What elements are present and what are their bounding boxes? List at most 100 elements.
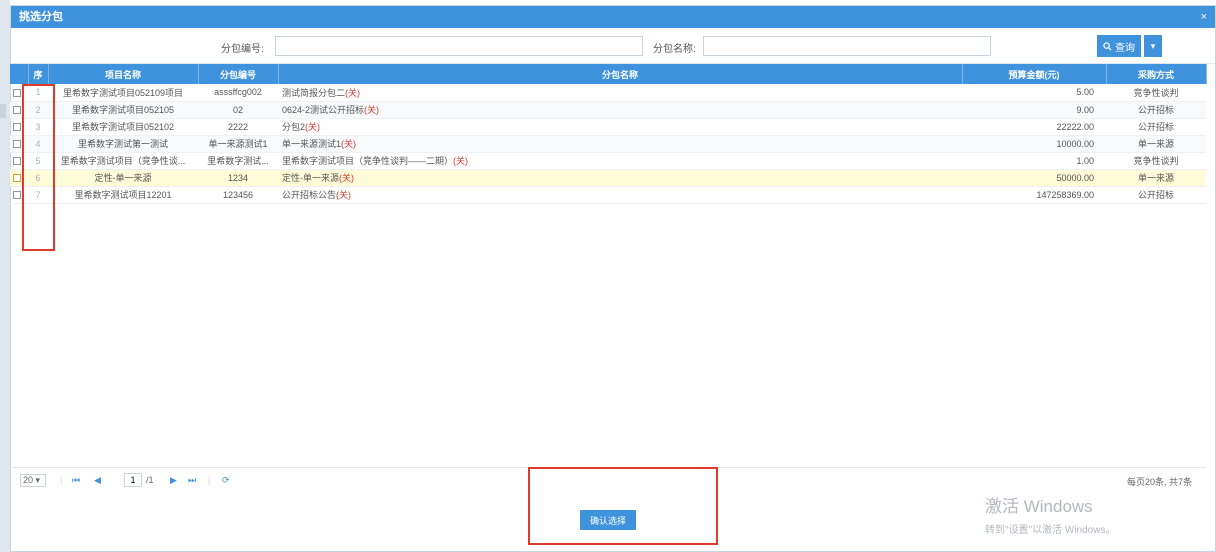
package-name-text: 公开招标公告: [282, 190, 337, 200]
cell-package-name: 公开招标公告(关): [278, 186, 962, 204]
cell-package-code: asssffcg002: [198, 84, 278, 102]
package-name-text: 0624-2测试公开招标: [282, 105, 365, 115]
page-size-select[interactable]: 20 ▾: [20, 474, 46, 487]
package-link[interactable]: (关): [305, 122, 320, 132]
cell-project-name: 里希数字测试项目052102: [48, 118, 198, 136]
pagination-info: 每页20条, 共7条: [1126, 477, 1192, 487]
cell-procurement-method: 单一来源: [1106, 135, 1206, 153]
first-page-icon[interactable]: ⏮: [72, 475, 80, 486]
package-link[interactable]: (关): [341, 139, 356, 149]
cell-procurement-method: 竞争性谈判: [1106, 84, 1206, 102]
package-name-label: 分包名称:: [653, 44, 696, 55]
header-budget[interactable]: 预算金额(元): [962, 64, 1107, 84]
cell-package-name: 单一来源测试1(关): [278, 135, 962, 153]
next-page-icon[interactable]: ▶: [170, 475, 177, 486]
search-button-label: 查询: [1115, 42, 1135, 54]
cell-project-name: 定性-单一来源: [48, 169, 198, 187]
cell-procurement-method: 竞争性谈判: [1106, 152, 1206, 170]
watermark-title: 激活 Windows: [985, 497, 1093, 516]
table-row[interactable]: 2 里希数字测试项目052105 02 0624-2测试公开招标(关) 9.00…: [10, 101, 1206, 119]
annotation-box-confirm: [528, 467, 718, 545]
table-row[interactable]: 1 里希数字测试项目052109项目 asssffcg002 测试简报分包二(关…: [10, 84, 1206, 102]
refresh-icon[interactable]: ⟳: [222, 475, 230, 486]
total-pages: /1: [146, 475, 154, 485]
header-procurement-method[interactable]: 采购方式: [1106, 64, 1207, 84]
table-header-row: 序 项目名称 分包编号 分包名称 预算金额(元) 采购方式: [10, 64, 1207, 84]
cell-project-name: 里希数字测试项目052109项目: [48, 84, 198, 102]
search-dropdown-button[interactable]: ▾: [1144, 35, 1162, 57]
cell-package-name: 0624-2测试公开招标(关): [278, 101, 962, 119]
header-package-code[interactable]: 分包编号: [198, 64, 279, 84]
package-name-text: 里希数字测试项目（竞争性谈判——二期）: [282, 156, 454, 166]
annotation-box-checkboxes: [22, 84, 55, 251]
header-project-name[interactable]: 项目名称: [48, 64, 199, 84]
row-checkbox[interactable]: [13, 157, 21, 166]
watermark-subtitle: 转到"设置"以激活 Windows。: [985, 525, 1116, 536]
cell-project-name: 里希数字测试项目052105: [48, 101, 198, 119]
cell-package-code: 2222: [198, 118, 278, 136]
prev-page-icon[interactable]: ◀: [94, 475, 101, 486]
cell-project-name: 里希数字测试第一测试: [48, 135, 198, 153]
row-checkbox[interactable]: [13, 88, 21, 97]
chevron-down-icon: ▾: [1150, 40, 1156, 51]
dialog-title: 挑选分包: [19, 11, 63, 23]
cell-budget: 5.00: [962, 84, 1106, 102]
cell-budget: 50000.00: [962, 169, 1106, 187]
cell-package-code: 单一来源测试1: [198, 135, 278, 153]
cell-procurement-method: 公开招标: [1106, 186, 1206, 204]
cell-package-code: 123456: [198, 186, 278, 204]
search-bar: 分包编号: 分包名称: 查询 ▾: [11, 28, 1215, 64]
cell-package-code: 1234: [198, 169, 278, 187]
header-package-name[interactable]: 分包名称: [278, 64, 963, 84]
table-row-highlighted[interactable]: 6 定性-单一来源 1234 定性-单一来源(关) 50000.00 单一来源: [10, 169, 1206, 187]
confirm-selection-button[interactable]: 确认选择: [580, 510, 636, 530]
package-name-text: 分包2: [282, 122, 306, 132]
cell-budget: 147258369.00: [962, 186, 1106, 204]
row-checkbox[interactable]: [13, 123, 21, 132]
table-row[interactable]: 5 里希数字测试项目（竞争性谈... 里希数字测试... 里希数字测试项目（竞争…: [10, 152, 1206, 170]
row-checkbox[interactable]: [13, 106, 21, 115]
cell-package-name: 分包2(关): [278, 118, 962, 136]
dialog-titlebar: 挑选分包 ×: [11, 6, 1215, 28]
package-link[interactable]: (关): [345, 88, 360, 98]
package-name-text: 单一来源测试1: [282, 139, 342, 149]
search-button[interactable]: 查询: [1097, 35, 1141, 57]
cell-package-code: 里希数字测试...: [198, 152, 278, 170]
package-link[interactable]: (关): [453, 156, 468, 166]
row-checkbox[interactable]: [13, 174, 21, 183]
cell-budget: 10000.00: [962, 135, 1106, 153]
last-page-icon[interactable]: ⏭: [188, 475, 196, 486]
package-link[interactable]: (关): [339, 173, 354, 183]
background-marker: [0, 104, 6, 118]
background-window-edge: [0, 0, 10, 552]
table-row[interactable]: 7 里希数字测试项目12201 123456 公开招标公告(关) 1472583…: [10, 186, 1206, 204]
cell-package-code: 02: [198, 101, 278, 119]
current-page-input[interactable]: [124, 473, 142, 487]
cell-package-name: 里希数字测试项目（竞争性谈判——二期）(关): [278, 152, 962, 170]
cell-budget: 9.00: [962, 101, 1106, 119]
windows-activation-watermark: 激活 Windows 转到"设置"以激活 Windows。: [985, 492, 1115, 536]
cell-project-name: 里希数字测试项目（竞争性谈...: [48, 152, 198, 170]
divider: |: [208, 475, 211, 485]
divider: |: [60, 475, 63, 485]
row-checkbox[interactable]: [13, 191, 21, 200]
header-index: 序: [28, 64, 49, 84]
cell-procurement-method: 单一来源: [1106, 169, 1206, 187]
package-code-input[interactable]: [275, 36, 643, 56]
package-link[interactable]: (关): [336, 190, 351, 200]
header-checkbox: [10, 64, 29, 84]
row-checkbox[interactable]: [13, 140, 21, 149]
table-row[interactable]: 3 里希数字测试项目052102 2222 分包2(关) 22222.00 公开…: [10, 118, 1206, 136]
package-name-input[interactable]: [703, 36, 991, 56]
cell-budget: 22222.00: [962, 118, 1106, 136]
package-link[interactable]: (关): [364, 105, 379, 115]
table-row[interactable]: 4 里希数字测试第一测试 单一来源测试1 单一来源测试1(关) 10000.00…: [10, 135, 1206, 153]
cell-procurement-method: 公开招标: [1106, 118, 1206, 136]
cell-package-name: 测试简报分包二(关): [278, 84, 962, 102]
cell-project-name: 里希数字测试项目12201: [48, 186, 198, 204]
close-icon[interactable]: ×: [1201, 6, 1207, 28]
package-code-label: 分包编号:: [221, 44, 264, 55]
cell-budget: 1.00: [962, 152, 1106, 170]
search-icon: [1103, 41, 1112, 51]
package-name-text: 测试简报分包二: [282, 87, 346, 98]
